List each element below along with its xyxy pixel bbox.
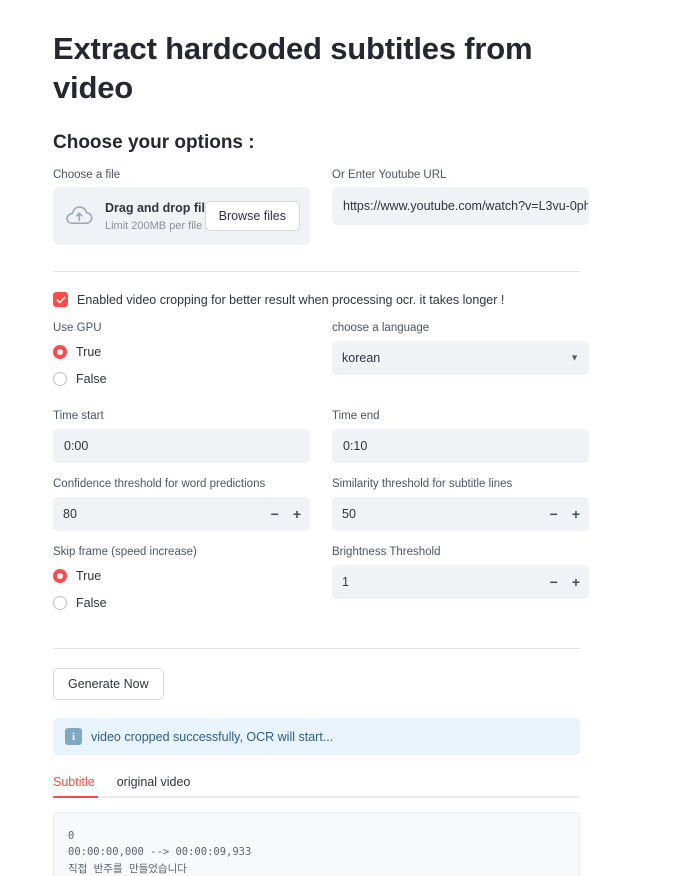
time-end-label: Time end <box>332 410 380 423</box>
confidence-column: Confidence threshold for word prediction… <box>53 477 310 532</box>
similarity-increment-button[interactable]: + <box>572 507 580 521</box>
tab-original-video[interactable]: original video <box>117 775 191 796</box>
youtube-url-input[interactable]: https://www.youtube.com/watch?v=L3vu-0ph… <box>332 187 589 226</box>
similarity-steppers: − + <box>550 507 580 521</box>
confidence-number-input[interactable]: 80 − + <box>53 497 310 532</box>
video-cropping-checkbox[interactable]: Enabled video cropping for better result… <box>53 292 655 308</box>
options-section-title: Choose your options : <box>53 131 255 153</box>
time-start-column: Time start 0:00 <box>53 409 310 464</box>
language-selected-value: korean <box>342 351 381 366</box>
brightness-value: 1 <box>342 575 349 590</box>
divider-top <box>53 271 580 273</box>
language-column: choose a language korean ▼ <box>332 321 589 395</box>
use-gpu-radio-group: True False <box>53 341 310 389</box>
brightness-number-input[interactable]: 1 − + <box>332 565 589 600</box>
time-end-input[interactable]: 0:10 <box>332 429 589 464</box>
gpu-language-row: Use GPU True False choose a language kor… <box>53 321 655 395</box>
page-title: Extract hardcoded subtitles from video <box>53 31 533 105</box>
youtube-url-column: Or Enter Youtube URL https://www.youtube… <box>332 168 589 246</box>
language-label: choose a language <box>332 322 430 335</box>
use-gpu-true-label: True <box>76 344 102 359</box>
time-range-row: Time start 0:00 Time end 0:10 <box>53 409 655 464</box>
confidence-increment-button[interactable]: + <box>293 507 301 521</box>
use-gpu-option-false[interactable]: False <box>53 368 310 389</box>
similarity-value: 50 <box>342 507 356 522</box>
status-alert: i video cropped successfully, OCR will s… <box>53 718 580 756</box>
skip-frame-radio-group: True False <box>53 565 310 613</box>
radio-unselected-icon <box>53 595 67 610</box>
use-gpu-false-label: False <box>76 371 107 386</box>
browse-files-button[interactable]: Browse files <box>204 201 300 232</box>
time-start-label: Time start <box>53 410 104 423</box>
similarity-column: Similarity threshold for subtitle lines … <box>332 477 589 532</box>
language-select[interactable]: korean ▼ <box>332 341 589 376</box>
app-page: Extract hardcoded subtitles from video C… <box>0 0 700 876</box>
checkmark-icon <box>53 292 68 308</box>
skip-frame-option-false[interactable]: False <box>53 592 310 613</box>
file-upload-column: Choose a file Drag and drop file here Li… <box>53 168 310 246</box>
similarity-decrement-button[interactable]: − <box>550 507 558 521</box>
skip-frame-option-true[interactable]: True <box>53 565 310 586</box>
youtube-url-label: Or Enter Youtube URL <box>332 168 447 181</box>
time-start-input[interactable]: 0:00 <box>53 429 310 464</box>
file-dropzone[interactable]: Drag and drop file here Limit 200MB per … <box>53 187 310 246</box>
generate-now-button[interactable]: Generate Now <box>53 668 164 701</box>
use-gpu-label: Use GPU <box>53 322 102 335</box>
skip-frame-column: Skip frame (speed increase) True False <box>53 545 310 619</box>
brightness-decrement-button[interactable]: − <box>550 575 558 589</box>
chevron-down-icon: ▼ <box>570 352 579 363</box>
cloud-upload-icon <box>65 205 99 227</box>
file-upload-label: Choose a file <box>53 168 121 181</box>
divider-bottom <box>53 648 580 650</box>
brightness-steppers: − + <box>550 575 580 589</box>
thresholds-row: Confidence threshold for word prediction… <box>53 477 655 532</box>
confidence-label: Confidence threshold for word prediction… <box>53 478 266 491</box>
subtitle-output-text: 0 00:00:00,000 --> 00:00:09,933 직접 반주를 만… <box>68 830 252 875</box>
use-gpu-column: Use GPU True False <box>53 321 310 395</box>
skip-frame-label: Skip frame (speed increase) <box>53 546 197 559</box>
confidence-steppers: − + <box>271 507 301 521</box>
tab-subtitle[interactable]: Subtitle <box>53 775 95 796</box>
skip-frame-true-label: True <box>76 568 102 583</box>
result-tabs: Subtitle original video <box>53 775 580 799</box>
radio-selected-icon <box>53 568 67 583</box>
subtitle-output-box: 0 00:00:00,000 --> 00:00:09,933 직접 반주를 만… <box>53 812 580 876</box>
similarity-label: Similarity threshold for subtitle lines <box>332 478 513 491</box>
brightness-column: Brightness Threshold 1 − + <box>332 545 589 619</box>
info-icon: i <box>65 728 82 746</box>
input-sources-row: Choose a file Drag and drop file here Li… <box>53 168 655 246</box>
radio-unselected-icon <box>53 371 67 386</box>
confidence-decrement-button[interactable]: − <box>271 507 279 521</box>
skip-frame-false-label: False <box>76 595 107 610</box>
use-gpu-option-true[interactable]: True <box>53 341 310 362</box>
video-cropping-label: Enabled video cropping for better result… <box>77 292 505 307</box>
time-end-column: Time end 0:10 <box>332 409 589 464</box>
brightness-increment-button[interactable]: + <box>572 575 580 589</box>
similarity-number-input[interactable]: 50 − + <box>332 497 589 532</box>
brightness-label: Brightness Threshold <box>332 546 441 559</box>
confidence-value: 80 <box>63 507 77 522</box>
radio-selected-icon <box>53 344 67 359</box>
skipframe-brightness-row: Skip frame (speed increase) True False B… <box>53 545 655 619</box>
status-alert-text: video cropped successfully, OCR will sta… <box>91 729 334 744</box>
